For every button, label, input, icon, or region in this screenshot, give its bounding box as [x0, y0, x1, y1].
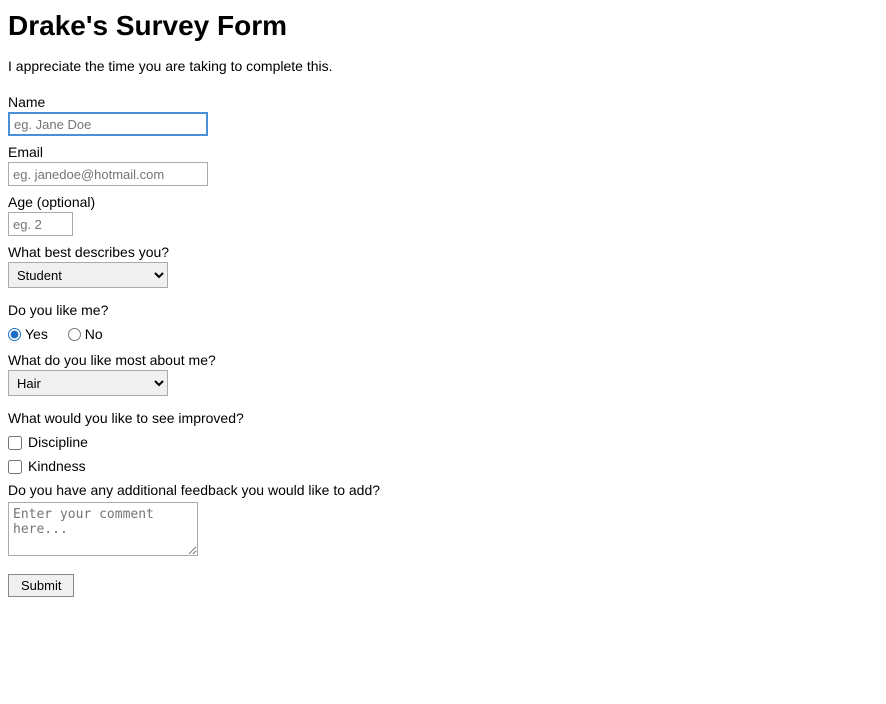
- like-most-label: What do you like most about me?: [8, 352, 878, 368]
- checkbox-kindness-row: Kindness: [8, 458, 878, 476]
- checkbox-kindness[interactable]: [8, 460, 22, 474]
- name-label: Name: [8, 94, 878, 110]
- like-most-select[interactable]: Hair Eyes Smile Personality: [8, 370, 168, 396]
- subtitle-text: I appreciate the time you are taking to …: [8, 58, 878, 74]
- page-title: Drake's Survey Form: [8, 10, 878, 42]
- improve-label: What would you like to see improved?: [8, 410, 878, 426]
- radio-no-label[interactable]: No: [68, 326, 103, 342]
- like-radio-group: Yes No: [8, 326, 878, 344]
- checkbox-discipline-label[interactable]: Discipline: [28, 434, 88, 450]
- feedback-textarea[interactable]: [8, 502, 198, 556]
- radio-yes-text: Yes: [25, 326, 48, 342]
- checkbox-kindness-label[interactable]: Kindness: [28, 458, 86, 474]
- submit-button[interactable]: Submit: [8, 574, 74, 597]
- feedback-label: Do you have any additional feedback you …: [8, 482, 878, 498]
- radio-yes[interactable]: [8, 328, 21, 341]
- improve-checkbox-group: Discipline Kindness: [8, 434, 878, 476]
- describe-select[interactable]: Student Professional Other: [8, 262, 168, 288]
- describe-label: What best describes you?: [8, 244, 878, 260]
- checkbox-discipline-row: Discipline: [8, 434, 878, 452]
- email-input[interactable]: [8, 162, 208, 186]
- radio-no[interactable]: [68, 328, 81, 341]
- age-label: Age (optional): [8, 194, 878, 210]
- checkbox-discipline[interactable]: [8, 436, 22, 450]
- name-input[interactable]: [8, 112, 208, 136]
- email-label: Email: [8, 144, 878, 160]
- age-input[interactable]: [8, 212, 73, 236]
- radio-no-text: No: [85, 326, 103, 342]
- like-label: Do you like me?: [8, 302, 878, 318]
- radio-yes-label[interactable]: Yes: [8, 326, 48, 342]
